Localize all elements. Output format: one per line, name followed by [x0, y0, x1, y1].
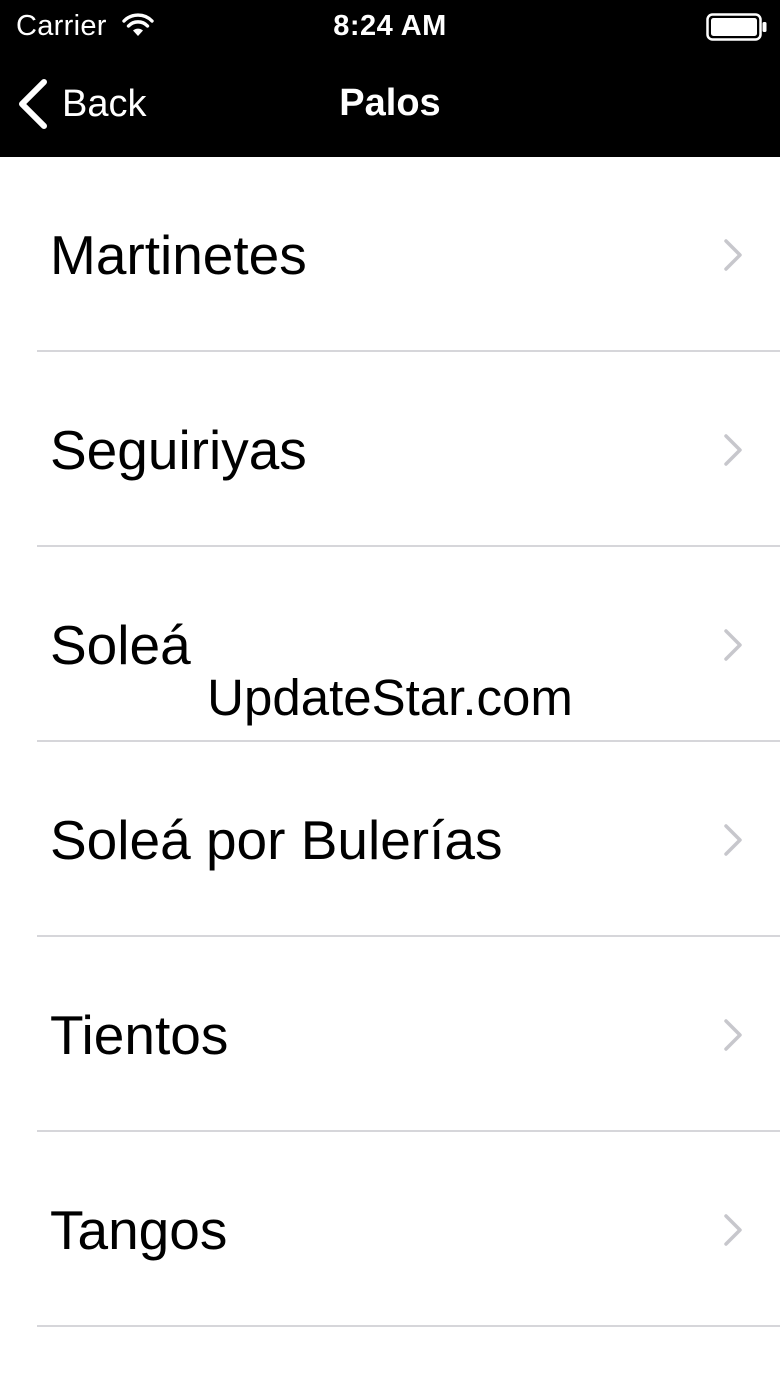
chevron-right-icon [724, 1214, 742, 1246]
list-item-label: Tientos [50, 1004, 229, 1066]
chevron-right-icon [724, 824, 742, 856]
chevron-right-icon [724, 1019, 742, 1051]
row-separator [37, 1325, 780, 1327]
status-bar: Carrier 8:24 AM [0, 0, 780, 52]
list-item-martinetes[interactable]: Martinetes [0, 157, 780, 352]
chevron-right-icon [724, 239, 742, 271]
navigation-bar: Back Palos [0, 52, 780, 157]
palos-list: Martinetes Seguiriyas Soleá Soleá por Bu… [0, 157, 780, 1327]
list-item-label: Soleá por Bulerías [50, 809, 503, 871]
list-item-label: Martinetes [50, 224, 307, 286]
list-item-seguiriyas[interactable]: Seguiriyas [0, 352, 780, 547]
list-item-tientos[interactable]: Tientos [0, 937, 780, 1132]
status-time: 8:24 AM [333, 10, 447, 42]
list-item-label: Soleá [50, 614, 191, 676]
app-screen: Carrier 8:24 AM Back Palos Martinetes Se… [0, 0, 780, 1387]
page-title: Palos [339, 82, 441, 124]
chevron-right-icon [724, 434, 742, 466]
list-item-solea[interactable]: Soleá [0, 547, 780, 742]
chevron-right-icon [724, 629, 742, 661]
list-item-tangos[interactable]: Tangos [0, 1132, 780, 1327]
battery-icon [706, 13, 767, 41]
list-item-label: Tangos [50, 1199, 228, 1261]
list-item-solea-por-bulerias[interactable]: Soleá por Bulerías [0, 742, 780, 937]
list-item-label: Seguiriyas [50, 419, 307, 481]
